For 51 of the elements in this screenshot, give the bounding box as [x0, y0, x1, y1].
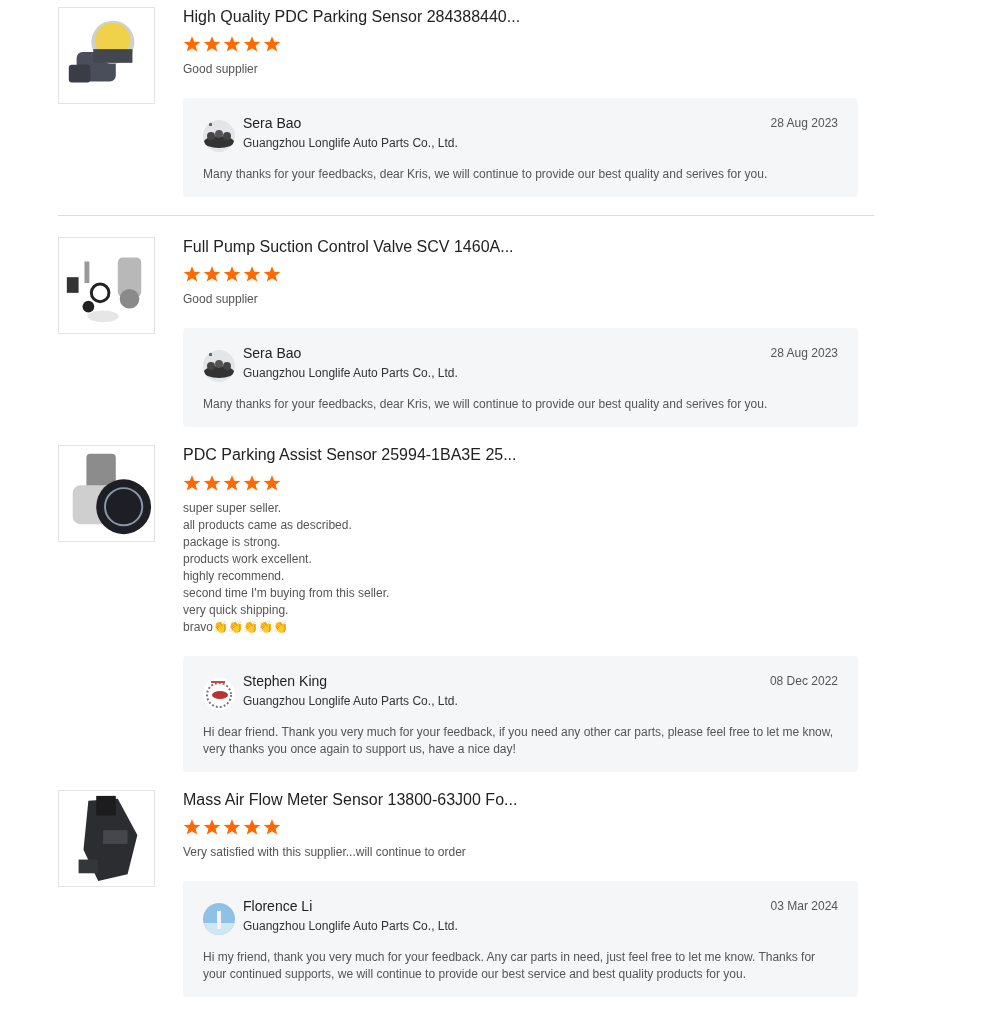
- star-icon: [263, 265, 281, 284]
- replier-name: Sera Bao: [243, 344, 303, 363]
- star-icon: [263, 473, 281, 492]
- review-text: products work excellent.: [183, 550, 312, 568]
- star-icon: [203, 473, 221, 492]
- review-text: super super seller.: [183, 499, 282, 517]
- star-icon: [243, 265, 261, 284]
- star-icon: [223, 265, 241, 284]
- product-title: Mass Air Flow Meter Sensor 13800-63J00 Fo...: [183, 789, 518, 809]
- star-icon: [203, 35, 221, 54]
- star-icon: [243, 473, 261, 492]
- star-icon: [183, 473, 201, 492]
- reply-date: 08 Dec 2022: [769, 672, 838, 690]
- star-icon: [203, 265, 221, 284]
- review-text: second time I'm buying from this seller.: [183, 584, 390, 602]
- product-title: PDC Parking Assist Sensor 25994-1BA3E 25...: [183, 445, 517, 465]
- star-icon: [263, 817, 281, 836]
- company-name: Guangzhou Longlife Auto Parts Co., Ltd.: [243, 917, 459, 934]
- star-icon: [223, 817, 241, 836]
- star-icon: [183, 265, 201, 284]
- star-icon: [263, 35, 281, 54]
- product-title: High Quality PDC Parking Sensor 284388440...: [183, 7, 521, 27]
- reply-text: Hi dear friend. Thank you very much for your feedback, if you need any other car parts, please feel free to let me know, very thanks you once again to support us, have a nice day!: [203, 723, 835, 758]
- reply-text: Many thanks for your feedbacks, dear Kris, we will continue to provide our best quality and serives for you.: [203, 396, 769, 414]
- replier-name: Florence Li: [243, 896, 314, 915]
- star-icon: [243, 817, 261, 836]
- star-icon: [203, 817, 221, 836]
- company-name: Guangzhou Longlife Auto Parts Co., Ltd.: [243, 365, 459, 382]
- review-text: bravo👏👏👏👏👏: [183, 618, 289, 636]
- star-icon: [183, 817, 201, 836]
- reply-text: Hi my friend, thank you very much for your feedback. Any car parts in need, just feel free to let me know. Thanks for your continued supports, we will continue to provide our best service and best quality products for you.: [203, 948, 817, 983]
- company-name: Guangzhou Longlife Auto Parts Co., Ltd.: [243, 135, 459, 152]
- review-text: package is strong.: [183, 533, 281, 551]
- review-text: highly recommend.: [183, 567, 285, 585]
- star-icon: [223, 473, 241, 492]
- reply-text: Many thanks for your feedbacks, dear Kris, we will continue to provide our best quality and serives for you.: [203, 166, 769, 184]
- replier-name: Sera Bao: [243, 114, 303, 133]
- product-title: Full Pump Suction Control Valve SCV 1460A...: [183, 237, 514, 257]
- reply-date: 28 Aug 2023: [770, 345, 838, 363]
- review-text: Good supplier: [183, 291, 258, 309]
- company-name: Guangzhou Longlife Auto Parts Co., Ltd.: [243, 692, 459, 709]
- star-icon: [223, 35, 241, 54]
- review-text: Good supplier: [183, 61, 258, 79]
- review-text: very quick shipping.: [183, 601, 289, 619]
- reply-date: 03 Mar 2024: [770, 897, 838, 915]
- star-icon: [243, 35, 261, 54]
- review-text: all products came as described.: [183, 516, 352, 534]
- reply-date: 28 Aug 2023: [770, 115, 838, 133]
- replier-name: Stephen King: [243, 671, 329, 690]
- star-icon: [183, 35, 201, 54]
- review-text: Very satisfied with this supplier...will continue to order: [183, 843, 466, 861]
